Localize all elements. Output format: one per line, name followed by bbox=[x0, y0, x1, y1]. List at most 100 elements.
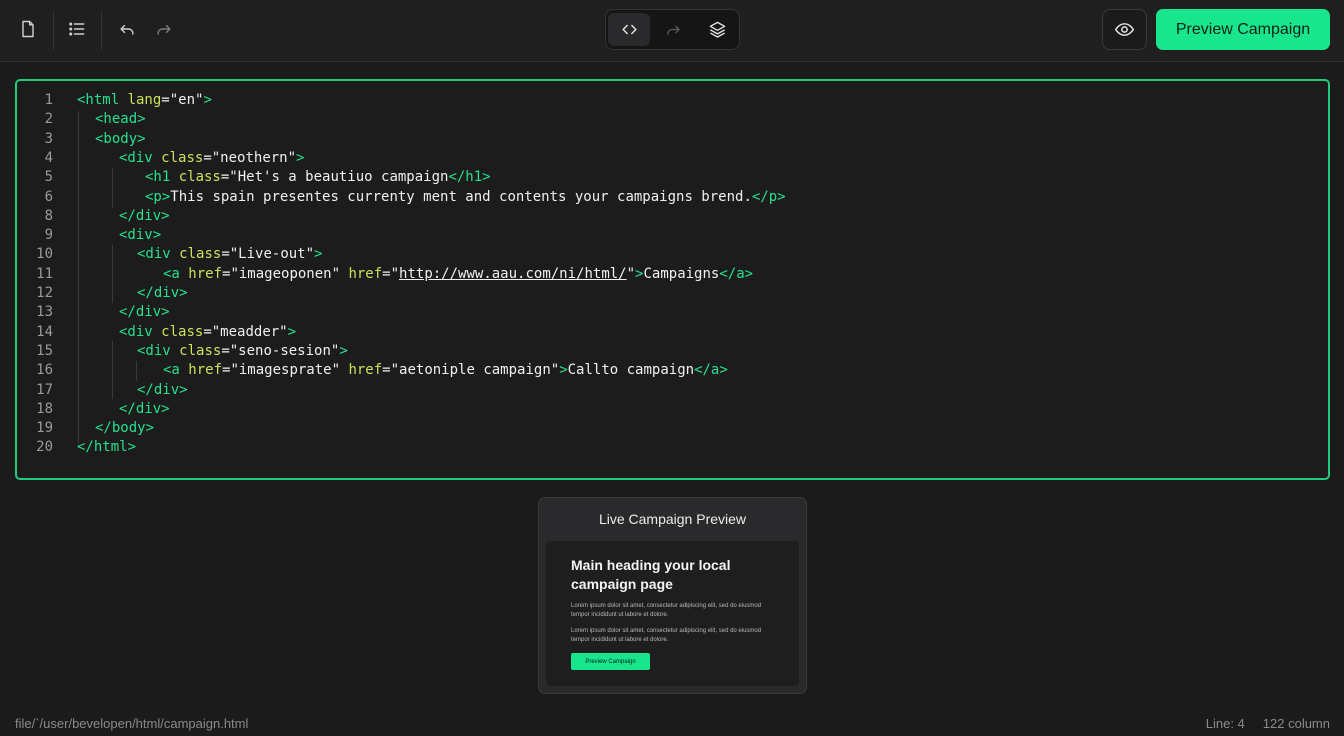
code-token: <div bbox=[119, 323, 162, 340]
code-token: </p> bbox=[751, 188, 786, 205]
code-text: <div class="neothern"> bbox=[119, 149, 304, 168]
line-number: 6 bbox=[44, 188, 53, 205]
preview-cta-button[interactable]: Preview Campaign bbox=[571, 653, 650, 670]
line-number: 17 bbox=[36, 381, 53, 398]
code-token: </h1> bbox=[448, 169, 491, 186]
code-token: </a> bbox=[694, 362, 728, 379]
code-line[interactable]: 14 <div class="meadder"> bbox=[17, 323, 1317, 342]
code-token: > bbox=[287, 323, 297, 340]
code-text: </div> bbox=[119, 303, 170, 322]
code-token: </div> bbox=[119, 400, 170, 417]
code-token: </html> bbox=[77, 439, 137, 456]
status-file-path: file/`/user/bevelopen/html/campaign.html bbox=[15, 716, 249, 731]
code-text: <a href="imageoponen" href="http://www.a… bbox=[163, 265, 753, 284]
undo-icon[interactable] bbox=[110, 12, 144, 46]
code-text: <div class="Live-out"> bbox=[137, 245, 322, 264]
code-line[interactable]: 20 </html> bbox=[17, 438, 1317, 457]
view-mode-switcher bbox=[605, 9, 740, 50]
code-token: <div bbox=[137, 342, 180, 359]
code-token: > bbox=[559, 362, 568, 379]
code-token: <div bbox=[137, 246, 180, 263]
code-line[interactable]: 10 <div class="Live-out"> bbox=[17, 245, 1317, 264]
line-number: 11 bbox=[36, 265, 53, 282]
preview-paragraph: Lorem ipsum dolor sit amet, consectetur … bbox=[571, 628, 762, 643]
toolbar-divider bbox=[101, 10, 102, 50]
code-token: lang bbox=[127, 92, 162, 108]
code-line[interactable]: 11 <a href="imageoponen" href="http://www… bbox=[17, 265, 1317, 284]
redo-disabled-icon[interactable] bbox=[652, 13, 694, 46]
code-text: </body> bbox=[95, 419, 154, 438]
code-token: </div> bbox=[119, 304, 170, 321]
line-number: 12 bbox=[36, 285, 53, 301]
status-column: 122 column bbox=[1262, 716, 1330, 731]
code-token: </a> bbox=[719, 265, 754, 282]
code-text: <head> bbox=[95, 110, 146, 129]
code-icon[interactable] bbox=[608, 13, 650, 46]
code-token: class bbox=[179, 342, 222, 359]
code-token: ="neothern" bbox=[203, 149, 297, 166]
code-token: This spain presentes currenty ment and c… bbox=[170, 188, 752, 205]
file-icon[interactable] bbox=[11, 12, 45, 46]
code-line[interactable]: 18 </div> bbox=[17, 400, 1317, 419]
code-token: <p> bbox=[145, 188, 171, 205]
code-line[interactable]: 2 <head> bbox=[17, 110, 1317, 129]
eye-icon[interactable] bbox=[1102, 9, 1147, 50]
code-token: ="meadder" bbox=[203, 323, 288, 340]
code-line[interactable]: 6 <p>This spain presentes currenty ment a… bbox=[17, 188, 1317, 207]
code-token: Campaigns bbox=[643, 265, 720, 282]
code-token: href bbox=[348, 265, 383, 282]
code-text: <html lang="en"> bbox=[77, 91, 212, 110]
code-token: ="Live-out" bbox=[221, 246, 315, 263]
code-token: ="en" bbox=[161, 92, 204, 108]
code-line[interactable]: 9 <div> bbox=[17, 226, 1317, 245]
code-token: <div bbox=[119, 149, 162, 166]
line-number: 3 bbox=[44, 130, 53, 147]
code-editor[interactable]: 1 <html lang="en"> 2 <head> 3 <body> 4 <div cla… bbox=[15, 79, 1330, 480]
code-text: <body> bbox=[95, 130, 146, 149]
code-line[interactable]: 5 <h1 class="Het's a beautiuo campaign</h… bbox=[17, 168, 1317, 187]
code-line[interactable]: 15 <div class="seno-sesion"> bbox=[17, 342, 1317, 361]
code-text: </div> bbox=[137, 381, 188, 400]
code-token: ="imageoponen" bbox=[222, 265, 349, 282]
code-token: class bbox=[161, 323, 204, 340]
code-token: class bbox=[179, 246, 222, 263]
code-line[interactable]: 8 </div> bbox=[17, 207, 1317, 226]
code-token: ="aetoniple campaign" bbox=[382, 362, 560, 379]
code-token[interactable]: http://www.aau.com/ni/html/ bbox=[399, 266, 627, 282]
code-token: href bbox=[348, 362, 383, 379]
code-token: > bbox=[314, 246, 323, 263]
code-token: ="seno-sesion" bbox=[221, 342, 340, 359]
line-number: 9 bbox=[44, 227, 53, 244]
preview-campaign-button[interactable]: Preview Campaign bbox=[1156, 9, 1330, 50]
list-icon[interactable] bbox=[60, 12, 94, 46]
line-number: 1 bbox=[44, 92, 53, 108]
code-line[interactable]: 4 <div class="neothern"> bbox=[17, 149, 1317, 168]
code-token: <head> bbox=[95, 111, 146, 128]
code-line[interactable]: 13 </div> bbox=[17, 303, 1317, 322]
code-text: <p>This spain presentes currenty ment an… bbox=[145, 188, 786, 207]
line-number: 16 bbox=[36, 362, 53, 379]
code-token: <h1 bbox=[145, 169, 179, 186]
code-line[interactable]: 1 <html lang="en"> bbox=[17, 91, 1317, 110]
code-token: <body> bbox=[95, 130, 146, 147]
code-line[interactable]: 12 </div> bbox=[17, 284, 1317, 303]
code-text: <a href="imagesprate" href="aetoniple ca… bbox=[163, 361, 728, 380]
layers-icon[interactable] bbox=[696, 13, 738, 46]
preview-heading: Main heading your local campaign page bbox=[571, 557, 731, 592]
code-text: </div> bbox=[137, 284, 188, 303]
top-toolbar: Preview Campaign bbox=[0, 0, 1344, 62]
line-number: 4 bbox=[44, 149, 53, 166]
status-cursor: Line: 4 122 column bbox=[1206, 716, 1330, 731]
line-number: 8 bbox=[44, 207, 53, 224]
code-text: </div> bbox=[119, 400, 170, 419]
redo-icon[interactable] bbox=[147, 12, 181, 46]
code-line[interactable]: 19 </body> bbox=[17, 419, 1317, 438]
code-line[interactable]: 3 <body> bbox=[17, 130, 1317, 149]
preview-viewport: Main heading your local campaign page Lo… bbox=[546, 541, 799, 686]
line-number: 19 bbox=[36, 420, 53, 437]
code-line[interactable]: 16 <a href="imagesprate" href="aetoniple … bbox=[17, 361, 1317, 380]
code-token: > bbox=[339, 342, 348, 359]
code-token: class bbox=[161, 149, 204, 166]
code-line[interactable]: 17 </div> bbox=[17, 381, 1317, 400]
line-number: 10 bbox=[36, 246, 53, 263]
